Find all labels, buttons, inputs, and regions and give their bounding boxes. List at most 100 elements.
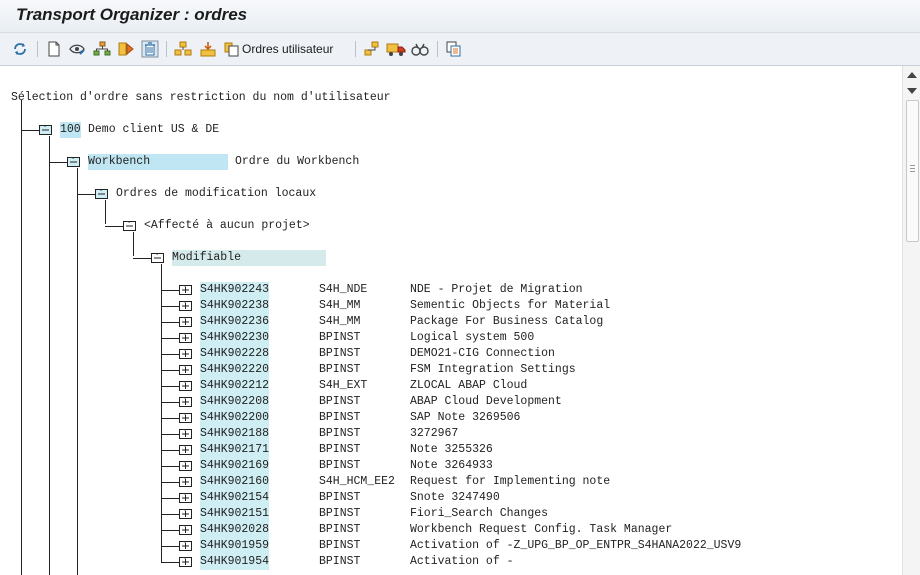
- request-id[interactable]: S4HK902188: [200, 426, 270, 442]
- workbench-node[interactable]: Workbench: [88, 154, 228, 170]
- client-number[interactable]: 100: [60, 122, 81, 138]
- request-owner: BPINST: [319, 459, 361, 472]
- request-owner: BPINST: [319, 491, 361, 504]
- display-object-icon[interactable]: [44, 39, 64, 59]
- display-change-icon[interactable]: [67, 39, 87, 59]
- request-owner: S4H_EXT: [319, 379, 368, 392]
- release-icon[interactable]: [117, 39, 137, 59]
- request-description: Request for Implementing note: [410, 475, 611, 488]
- expand-folder-icon[interactable]: [179, 507, 192, 520]
- expand-folder-icon[interactable]: [179, 411, 192, 424]
- request-row[interactable]: S4HK902160 S4H_HCM_EE2 Request for Impleme…: [0, 474, 900, 490]
- scroll-up-icon[interactable]: [907, 72, 917, 78]
- scrollbar-thumb[interactable]: [906, 100, 919, 242]
- request-id[interactable]: S4HK902169: [200, 458, 270, 474]
- request-row[interactable]: S4HK902220 BPINST FSM Integration Settings: [0, 362, 900, 378]
- request-owner: BPINST: [319, 363, 361, 376]
- vertical-scrollbar[interactable]: [902, 66, 920, 575]
- request-row[interactable]: S4HK902154 BPINST Snote 3247490: [0, 490, 900, 506]
- request-row[interactable]: S4HK902236 S4H_MM Package For Business Cat…: [0, 314, 900, 330]
- request-row[interactable]: S4HK901959 BPINST Activation of -Z_UPG_BP_…: [0, 538, 900, 554]
- expand-folder-icon[interactable]: [179, 555, 192, 568]
- expand-folder-icon[interactable]: [179, 331, 192, 344]
- tree-panel: Sélection d'ordre sans restriction du no…: [0, 66, 902, 575]
- request-description: Note 3255326: [410, 443, 493, 456]
- collapse-folder-icon[interactable]: [151, 251, 164, 264]
- request-id[interactable]: S4HK902028: [200, 522, 270, 538]
- request-row[interactable]: S4HK902212 S4H_EXT ZLOCAL ABAP Cloud: [0, 378, 900, 394]
- import-icon[interactable]: [198, 39, 218, 59]
- request-id[interactable]: S4HK901954: [200, 554, 270, 570]
- request-id[interactable]: S4HK902236: [200, 314, 270, 330]
- request-id[interactable]: S4HK902171: [200, 442, 270, 458]
- request-id[interactable]: S4HK902212: [200, 378, 270, 394]
- request-description: Snote 3247490: [410, 491, 500, 504]
- request-owner: BPINST: [319, 331, 361, 344]
- tree-config-icon[interactable]: [362, 39, 382, 59]
- request-description: Workbench Request Config. Task Manager: [410, 523, 673, 536]
- expand-folder-icon[interactable]: [179, 315, 192, 328]
- request-row[interactable]: S4HK902228 BPINST DEMO21-CIG Connection: [0, 346, 900, 362]
- request-description: 3272967: [410, 427, 459, 440]
- request-description: Note 3264933: [410, 459, 493, 472]
- collapse-folder-icon[interactable]: [95, 187, 108, 200]
- expand-folder-icon[interactable]: [179, 379, 192, 392]
- request-owner: BPINST: [319, 347, 361, 360]
- request-row[interactable]: S4HK902171 BPINST Note 3255326: [0, 442, 900, 458]
- request-owner: BPINST: [319, 555, 361, 568]
- add-user-icon[interactable]: [173, 39, 193, 59]
- request-row[interactable]: S4HK902169 BPINST Note 3264933: [0, 458, 900, 474]
- local-changes-node[interactable]: Ordres de modification locaux: [116, 186, 316, 202]
- request-owner: S4H_NDE: [319, 283, 368, 296]
- request-id[interactable]: S4HK902200: [200, 410, 270, 426]
- request-id[interactable]: S4HK902160: [200, 474, 270, 490]
- expand-folder-icon[interactable]: [179, 283, 192, 296]
- expand-folder-icon[interactable]: [179, 363, 192, 376]
- modifiable-node[interactable]: Modifiable: [172, 250, 326, 266]
- request-row[interactable]: S4HK902230 BPINST Logical system 500: [0, 330, 900, 346]
- request-id[interactable]: S4HK902151: [200, 506, 270, 522]
- collapse-folder-icon[interactable]: [67, 155, 80, 168]
- request-owner: S4H_MM: [319, 315, 361, 328]
- request-row[interactable]: S4HK901954 BPINST Activation of -: [0, 554, 900, 570]
- scroll-down-icon[interactable]: [907, 88, 917, 94]
- hierarchy-icon[interactable]: [92, 39, 112, 59]
- request-row[interactable]: S4HK902208 BPINST ABAP Cloud Development: [0, 394, 900, 410]
- expand-folder-icon[interactable]: [179, 475, 192, 488]
- request-row[interactable]: S4HK902238 S4H_MM Sementic Objects for Mat…: [0, 298, 900, 314]
- expand-folder-icon[interactable]: [179, 491, 192, 504]
- expand-folder-icon[interactable]: [179, 443, 192, 456]
- copy-icon[interactable]: [444, 39, 464, 59]
- request-row[interactable]: S4HK902188 BPINST 3272967: [0, 426, 900, 442]
- expand-folder-icon[interactable]: [179, 427, 192, 440]
- request-description: NDE - Projet de Migration: [410, 283, 583, 296]
- request-id[interactable]: S4HK902208: [200, 394, 270, 410]
- request-row[interactable]: S4HK902028 BPINST Workbench Request Config…: [0, 522, 900, 538]
- delete-icon[interactable]: [140, 39, 160, 59]
- expand-folder-icon[interactable]: [179, 347, 192, 360]
- transport-truck-icon[interactable]: [386, 39, 406, 59]
- expand-folder-icon[interactable]: [179, 299, 192, 312]
- collapse-folder-icon[interactable]: [123, 219, 136, 232]
- request-id[interactable]: S4HK902238: [200, 298, 270, 314]
- expand-folder-icon[interactable]: [179, 523, 192, 536]
- order-users-button[interactable]: Ordres utilisateur: [224, 39, 333, 59]
- request-row[interactable]: S4HK902151 BPINST Fiori_Search Changes: [0, 506, 900, 522]
- request-id[interactable]: S4HK902228: [200, 346, 270, 362]
- request-row[interactable]: S4HK902243 S4H_NDE NDE - Projet de Migrati…: [0, 282, 900, 298]
- request-id[interactable]: S4HK902243: [200, 282, 270, 298]
- collapse-folder-icon[interactable]: [39, 123, 52, 136]
- request-id[interactable]: S4HK902154: [200, 490, 270, 506]
- request-description: ZLOCAL ABAP Cloud: [410, 379, 528, 392]
- expand-folder-icon[interactable]: [179, 395, 192, 408]
- no-project-node[interactable]: <Affecté à aucun projet>: [144, 218, 310, 234]
- refresh-icon[interactable]: [10, 39, 30, 59]
- request-id[interactable]: S4HK901959: [200, 538, 270, 554]
- request-id[interactable]: S4HK902230: [200, 330, 270, 346]
- expand-folder-icon[interactable]: [179, 539, 192, 552]
- request-row[interactable]: S4HK902200 BPINST SAP Note 3269506: [0, 410, 900, 426]
- find-icon[interactable]: [410, 39, 430, 59]
- request-id[interactable]: S4HK902220: [200, 362, 270, 378]
- expand-folder-icon[interactable]: [179, 459, 192, 472]
- request-owner: BPINST: [319, 443, 361, 456]
